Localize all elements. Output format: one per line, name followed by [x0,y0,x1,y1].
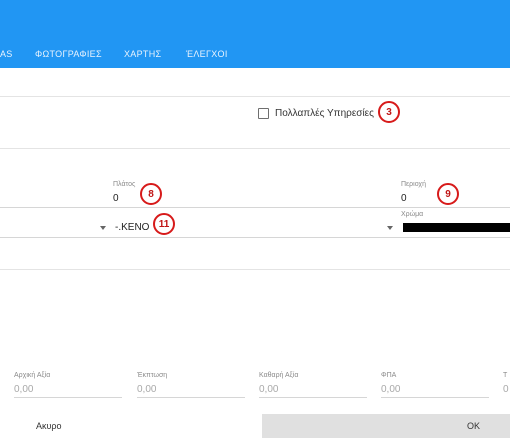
total-field[interactable]: 0 [503,384,509,395]
field-underline [0,207,510,208]
divider [0,148,510,149]
chevron-down-icon[interactable] [100,226,106,230]
annotation-badge-3: 3 [378,101,400,123]
app-header: ΑS ΦΩΤΟΓΡΑΦΙΕΣ ΧΑΡΤΗΣ ΈΛΕΓΧΟΙ [0,0,510,68]
width-label: Πλάτος [113,181,136,188]
field-underline [381,397,489,398]
field-underline [0,237,510,238]
field-underline [259,397,367,398]
chevron-down-icon[interactable] [387,226,393,230]
vat-label: ΦΠΑ [381,372,397,379]
discount-label: Έκπτωση [137,372,168,379]
annotation-badge-9: 9 [437,183,459,205]
multiple-services-label: Πολλαπλές Υπηρεσίες [275,107,374,119]
net-value-field[interactable]: 0,00 [259,384,278,395]
width-input[interactable]: 0 [113,193,119,204]
color-swatch[interactable] [403,223,510,232]
net-value-label: Καθαρή Αξία [259,372,299,379]
multiple-services-checkbox[interactable]: Πολλαπλές Υπηρεσίες [258,106,374,120]
color-label: Χρώμα [401,211,424,218]
divider [0,269,510,270]
field-underline [137,397,245,398]
annotation-badge-11: 11 [153,213,175,235]
tab-map[interactable]: ΧΑΡΤΗΣ [124,49,161,59]
ok-button-label: ΟΚ [467,421,481,431]
cancel-button[interactable]: Ακυρο [36,421,62,431]
divider [0,96,510,97]
tab-photos[interactable]: ΦΩΤΟΓΡΑΦΙΕΣ [35,49,102,59]
initial-value-label: Αρχική Αξία [14,372,51,379]
total-label: Τ [503,372,508,379]
checkbox-box[interactable] [258,107,269,119]
initial-value-field[interactable]: 0,00 [14,384,33,395]
tab-checks[interactable]: ΈΛΕΓΧΟΙ [186,49,228,59]
ok-button[interactable]: ΟΚ [262,414,510,438]
tab-partial[interactable]: ΑS [0,49,13,59]
perimeter-input[interactable]: 0 [401,193,407,204]
vat-field[interactable]: 0,00 [381,384,400,395]
perimeter-label: Περιοχή [401,181,426,188]
annotation-badge-8: 8 [140,183,162,205]
field-underline [14,397,122,398]
discount-field[interactable]: 0,00 [137,384,156,395]
type-select[interactable]: -.ΚΕΝΟ [115,222,149,233]
